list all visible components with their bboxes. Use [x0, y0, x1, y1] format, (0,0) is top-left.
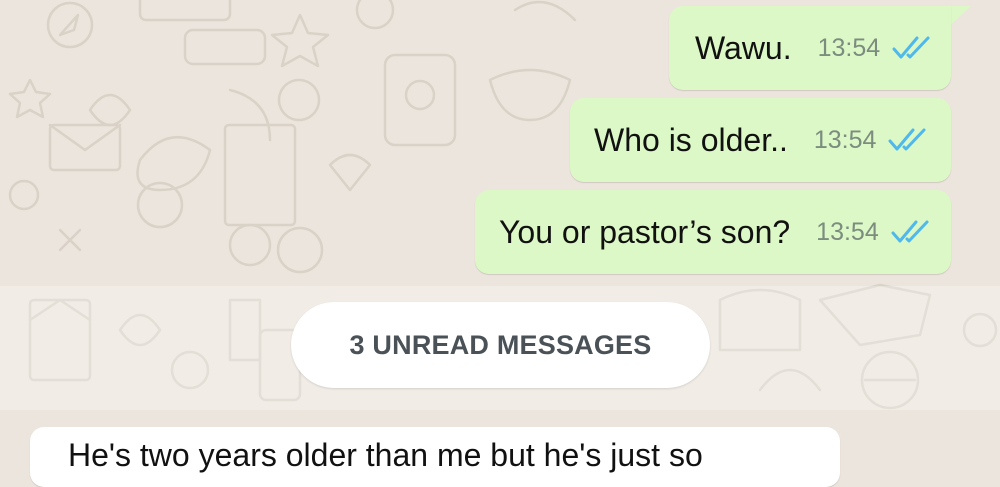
outgoing-message[interactable]: Who is older.. 13:54 [570, 98, 951, 182]
message-text: Wawu. [695, 29, 792, 66]
message-text: You or pastor’s son? [499, 213, 791, 250]
message-time: 13:54 [817, 33, 881, 62]
incoming-message[interactable]: He's two years older than me but he's ju… [30, 427, 840, 487]
message-meta: 13:54 [816, 218, 933, 247]
outgoing-message[interactable]: Wawu. 13:54 [669, 6, 951, 90]
unread-messages-divider: 3 UNREAD MESSAGES [291, 302, 710, 388]
message-time: 13:54 [813, 125, 877, 154]
message-text: He's two years older than me but he's ju… [68, 437, 703, 473]
double-check-read-icon [892, 36, 930, 59]
message-meta: 13:54 [818, 34, 935, 63]
double-check-read-icon [891, 220, 929, 243]
double-check-read-icon [888, 128, 926, 151]
message-meta: 13:54 [814, 126, 931, 155]
message-time: 13:54 [816, 217, 879, 246]
outgoing-message[interactable]: You or pastor’s son? 13:54 [475, 190, 951, 274]
message-text: Who is older.. [594, 121, 788, 158]
